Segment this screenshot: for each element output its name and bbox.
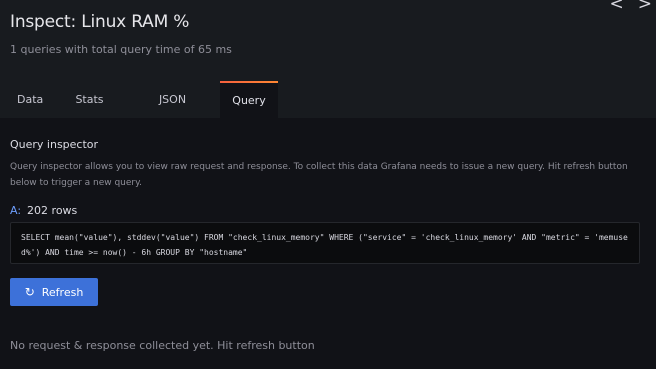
refresh-button[interactable]: ↻ Refresh bbox=[10, 278, 98, 306]
status-text: No request & response collected yet. Hit… bbox=[10, 339, 315, 352]
inspect-tabs: Data Stats JSON Query bbox=[0, 81, 278, 118]
tab-json[interactable]: JSON bbox=[130, 81, 215, 118]
tab-stats[interactable]: Stats bbox=[49, 81, 130, 118]
chevron-left-icon[interactable]: < bbox=[610, 0, 624, 14]
chevron-right-icon[interactable]: > bbox=[638, 0, 652, 14]
query-inspector-panel: Query inspector Query inspector allows y… bbox=[10, 138, 640, 306]
tab-query[interactable]: Query bbox=[220, 81, 278, 118]
drawer-nav: < > bbox=[610, 0, 653, 14]
section-title: Query inspector bbox=[10, 138, 99, 151]
inspect-header: Inspect: Linux RAM % 1 queries with tota… bbox=[0, 0, 656, 118]
refresh-button-label: Refresh bbox=[41, 285, 84, 299]
inspect-subtitle: 1 queries with total query time of 65 ms bbox=[10, 43, 232, 56]
refresh-icon: ↻ bbox=[24, 285, 35, 299]
query-letter: A: bbox=[10, 204, 22, 217]
query-code-block[interactable]: SELECT mean("value"), stddev("value") FR… bbox=[10, 222, 640, 264]
inspect-title: Inspect: Linux RAM % bbox=[10, 12, 190, 32]
section-description: Query inspector allows you to view raw r… bbox=[10, 162, 628, 188]
query-rows-summary: A: 202 rows bbox=[10, 204, 640, 217]
tab-data[interactable]: Data bbox=[0, 81, 49, 118]
rows-count: 202 rows bbox=[27, 204, 78, 217]
